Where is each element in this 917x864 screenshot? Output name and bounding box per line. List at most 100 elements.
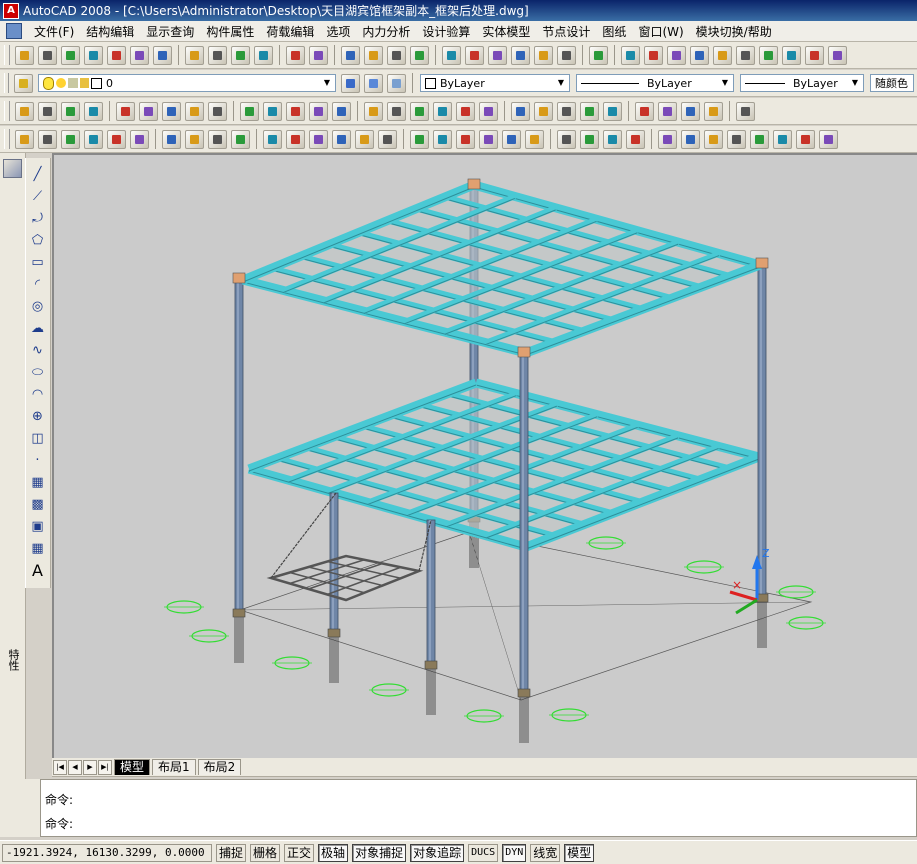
preview-icon[interactable] <box>107 45 126 65</box>
ucs-icon[interactable] <box>621 45 640 65</box>
design-icon[interactable] <box>433 101 452 121</box>
view-top-icon[interactable] <box>736 45 755 65</box>
document-icon[interactable] <box>6 23 22 39</box>
view-iso-se-icon[interactable] <box>782 45 801 65</box>
brace-icon[interactable] <box>116 101 135 121</box>
menu-solid-model[interactable]: 实体模型 <box>476 23 536 40</box>
section-icon[interactable] <box>185 101 204 121</box>
load-icon[interactable] <box>286 101 305 121</box>
beam-icon[interactable] <box>84 101 103 121</box>
truss-icon[interactable] <box>240 101 259 121</box>
cut-line-icon[interactable] <box>796 129 815 149</box>
structure-3d-model[interactable]: Z× <box>54 155 917 758</box>
command-window-grip[interactable] <box>0 779 40 837</box>
layer-previous-icon[interactable] <box>364 73 383 93</box>
polyline-icon[interactable]: ⤾ <box>29 210 46 227</box>
cap-plate-icon[interactable] <box>378 129 397 149</box>
result-icon[interactable] <box>410 101 429 121</box>
markup-icon[interactable] <box>534 45 553 65</box>
blue-box-icon[interactable] <box>681 101 700 121</box>
flip-icon[interactable] <box>727 129 746 149</box>
coordinate-readout[interactable]: -1921.3924, 16130.3299, 0.0000 <box>2 843 212 862</box>
ortho-toggle[interactable]: 正交 <box>284 843 315 862</box>
view-left-icon[interactable] <box>667 45 686 65</box>
model-paper-toggle[interactable]: 模型 <box>564 843 595 862</box>
menu-module-help[interactable]: 模块切换/帮助 <box>690 23 778 40</box>
check-icon[interactable] <box>364 101 383 121</box>
gusset-icon[interactable] <box>286 129 305 149</box>
help-icon[interactable] <box>589 45 608 65</box>
base-plate-icon[interactable] <box>38 129 57 149</box>
layer-states-icon[interactable] <box>387 73 406 93</box>
paste-icon[interactable] <box>231 45 250 65</box>
connection-icon[interactable] <box>511 101 530 121</box>
plotstyle-combo[interactable]: 随颜色 <box>870 74 914 92</box>
osnap-toggle[interactable]: 对象捕捉 <box>352 843 407 862</box>
save-icon[interactable] <box>61 45 80 65</box>
spline-icon[interactable]: ∿ <box>29 342 46 359</box>
menu-internal-force[interactable]: 内力分析 <box>356 23 416 40</box>
dimension-icon[interactable] <box>502 129 521 149</box>
column-icon[interactable] <box>61 101 80 121</box>
pan-icon[interactable] <box>341 45 360 65</box>
next-tab-icon[interactable]: ▶ <box>83 759 97 775</box>
toolbar-grip[interactable] <box>4 73 9 93</box>
joint-icon[interactable] <box>534 101 553 121</box>
last-tab-icon[interactable]: ▶| <box>98 759 112 775</box>
grid-plan-icon[interactable] <box>38 101 57 121</box>
design-center-icon[interactable] <box>465 45 484 65</box>
release-icon[interactable] <box>332 101 351 121</box>
annotate-icon[interactable] <box>525 129 544 149</box>
export-icon[interactable] <box>580 129 599 149</box>
tab-layout1[interactable]: 布局1 <box>152 759 196 775</box>
zoom-previous-icon[interactable] <box>410 45 429 65</box>
roof-icon[interactable] <box>208 129 227 149</box>
make-block-icon[interactable]: ◫ <box>29 430 46 447</box>
menu-load-edit[interactable]: 荷载编辑 <box>260 23 320 40</box>
make-current-layer-icon[interactable] <box>341 73 360 93</box>
bolt-icon[interactable] <box>580 101 599 121</box>
circle-icon[interactable]: ◎ <box>29 298 46 315</box>
tool-palettes-icon[interactable] <box>488 45 507 65</box>
revision-cloud-icon[interactable]: ☁ <box>29 320 46 337</box>
section-i-icon[interactable] <box>736 101 755 121</box>
add-red-icon[interactable] <box>658 101 677 121</box>
analyze-icon[interactable] <box>387 101 406 121</box>
wall-icon[interactable] <box>208 101 227 121</box>
menu-drawings[interactable]: 图纸 <box>596 23 632 40</box>
grid-axis-icon[interactable] <box>15 101 34 121</box>
properties-palette-icon[interactable] <box>3 159 22 178</box>
menu-design-check[interactable]: 设计验算 <box>416 23 476 40</box>
copy-icon[interactable] <box>208 45 227 65</box>
color-combo[interactable]: ByLayer ▼ <box>420 74 570 92</box>
slope-icon[interactable] <box>819 129 838 149</box>
table-icon[interactable]: ▦ <box>29 540 46 557</box>
polar-toggle[interactable]: 极轴 <box>318 843 349 862</box>
tie-icon[interactable] <box>185 129 204 149</box>
tab-layout2[interactable]: 布局2 <box>197 759 242 775</box>
slab-icon[interactable] <box>139 101 158 121</box>
detail-icon[interactable] <box>479 101 498 121</box>
bracket-icon[interactable] <box>162 101 181 121</box>
material-table-icon[interactable] <box>433 129 452 149</box>
point-icon[interactable]: · <box>29 452 46 469</box>
insert-block-icon[interactable]: ⊕ <box>29 408 46 425</box>
command-window[interactable]: 命令: 命令: <box>40 779 917 837</box>
snap-toggle[interactable]: 捕捉 <box>216 843 247 862</box>
print-icon[interactable] <box>84 45 103 65</box>
toolbar-grip[interactable] <box>4 129 10 149</box>
view-iso-ne-icon[interactable] <box>805 45 824 65</box>
tab-model[interactable]: 模型 <box>114 759 151 775</box>
print-drawing-icon[interactable] <box>603 129 622 149</box>
properties-label[interactable]: 特性 <box>5 649 21 671</box>
menu-structure-edit[interactable]: 结构编辑 <box>80 23 140 40</box>
3d-dwf-icon[interactable] <box>153 45 172 65</box>
clip-icon[interactable] <box>231 129 250 149</box>
view-front-icon[interactable] <box>644 45 663 65</box>
z-section-icon[interactable] <box>750 129 769 149</box>
layer-combo[interactable]: 0 ▼ <box>38 74 336 92</box>
otrack-toggle[interactable]: 对象追踪 <box>410 843 465 862</box>
publish-icon[interactable] <box>130 45 149 65</box>
rectangle-icon[interactable]: ▭ <box>29 254 46 271</box>
toolbar-grip[interactable] <box>4 101 10 121</box>
